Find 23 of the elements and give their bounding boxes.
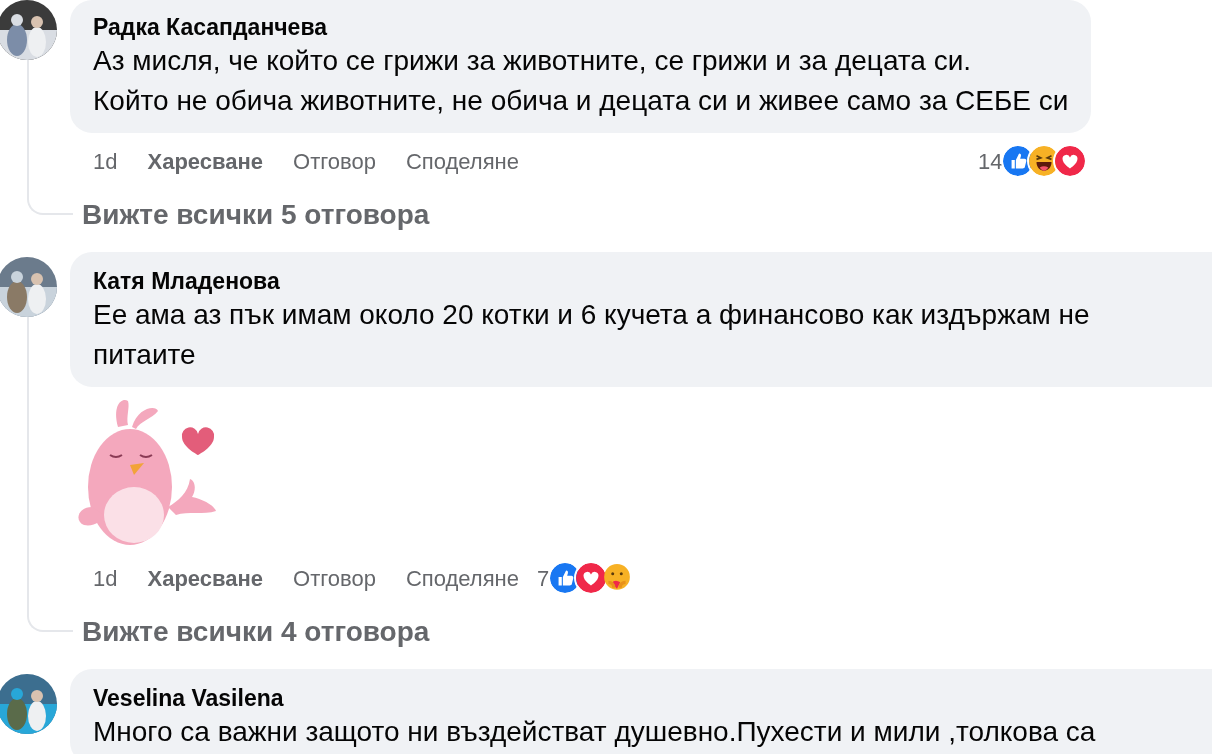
timestamp: 1d xyxy=(93,564,118,593)
comment-text: Който не обича животните, не обича и децата си и живее само за СЕБЕ си xyxy=(93,84,1069,118)
action-link[interactable]: Харесване xyxy=(147,561,263,595)
heart-icon xyxy=(1055,146,1086,176)
comment-text: питаите xyxy=(93,338,197,372)
comment-text: Ее ама аз пък имам около 20 котки и 6 кучета а финансово как издържам не xyxy=(93,298,1091,332)
action-link[interactable]: Харесване xyxy=(147,144,263,178)
timestamp: 1d xyxy=(93,147,118,176)
heart-icon xyxy=(576,563,607,593)
action-link[interactable]: Споделяне xyxy=(405,561,519,595)
reaction-count: 14 xyxy=(978,147,1003,176)
comment-text: Аз мисля, че който се грижи за животните, се грижи и за децата си. xyxy=(93,44,973,78)
author-name[interactable]: Катя Младенова xyxy=(93,268,1212,295)
comment-text: Много са важни защото ни въздействат душевно.Пухести и мили ,толкова са xyxy=(93,715,1097,749)
action-link[interactable]: Отговор xyxy=(293,561,376,595)
view-replies-link[interactable]: Вижте всички 4 отговора xyxy=(82,617,430,647)
action-link[interactable]: Отговор xyxy=(293,144,376,178)
author-name[interactable]: Veselina Vasilena xyxy=(93,685,1212,712)
view-replies-link[interactable]: Вижте всички 5 отговора xyxy=(82,200,430,230)
hugging-face-icon xyxy=(602,563,633,593)
reaction-count: 7 xyxy=(536,564,550,593)
action-link[interactable]: Споделяне xyxy=(405,144,519,178)
author-name[interactable]: Радка Касапданчева xyxy=(93,14,1069,41)
